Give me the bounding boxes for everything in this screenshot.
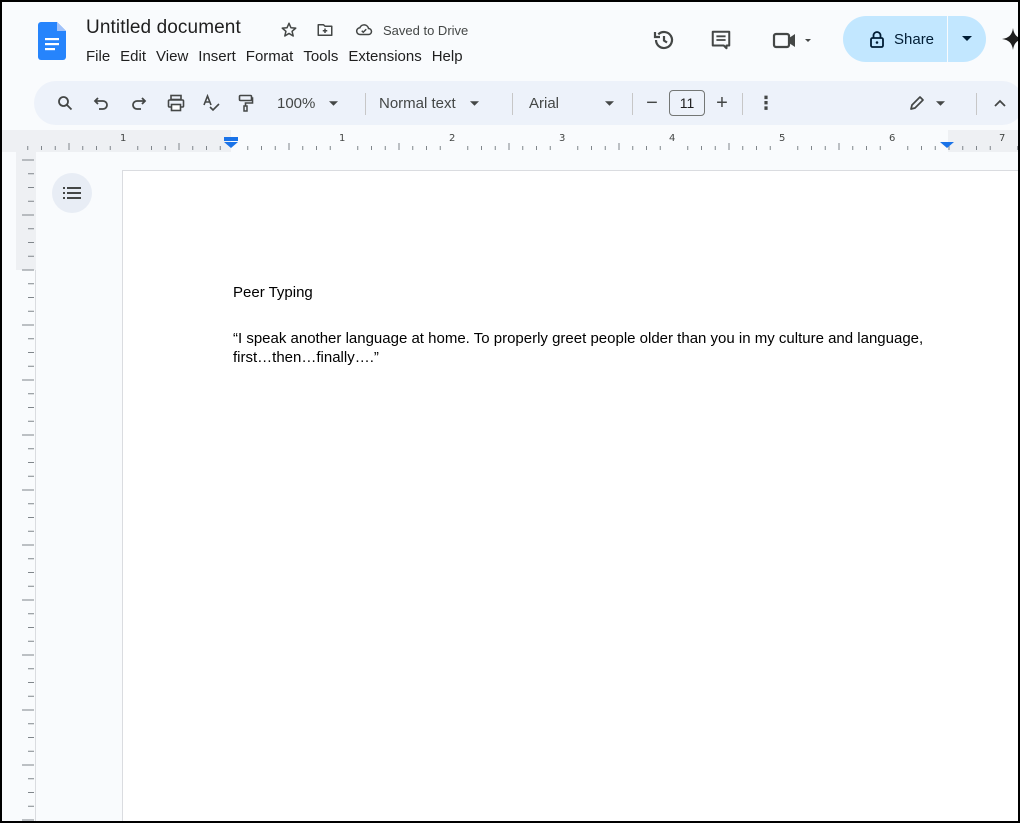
first-line-indent-marker bbox=[224, 137, 238, 141]
cloud-saved-icon[interactable] bbox=[354, 20, 374, 40]
menu-extensions[interactable]: Extensions bbox=[348, 48, 427, 65]
vertical-ruler[interactable] bbox=[16, 152, 36, 821]
print-icon[interactable] bbox=[165, 91, 187, 115]
docs-logo-icon[interactable] bbox=[38, 22, 66, 60]
formatting-toolbar: 100% Normal text Arial − 11 + ⋮ bbox=[34, 81, 1018, 125]
zoom-value: 100% bbox=[277, 94, 316, 112]
style-select[interactable]: Normal text bbox=[379, 91, 499, 115]
menu-format[interactable]: Format bbox=[246, 48, 300, 65]
font-select[interactable]: Arial bbox=[529, 91, 617, 115]
menu-insert[interactable]: Insert bbox=[198, 48, 242, 65]
menu-tools[interactable]: Tools bbox=[303, 48, 344, 65]
font-value: Arial bbox=[529, 94, 560, 112]
comments-icon[interactable] bbox=[707, 26, 735, 54]
share-dropdown-button[interactable] bbox=[948, 16, 986, 62]
history-icon[interactable] bbox=[650, 26, 678, 54]
toolbar-divider bbox=[632, 93, 633, 115]
style-value: Normal text bbox=[379, 94, 456, 112]
decrease-font-size-button[interactable]: − bbox=[642, 91, 662, 115]
move-folder-icon[interactable] bbox=[315, 20, 335, 40]
document-outline-button[interactable] bbox=[52, 173, 92, 213]
chevron-down-icon bbox=[469, 100, 479, 106]
chevron-up-icon[interactable] bbox=[990, 91, 1010, 115]
toolbar-divider bbox=[512, 93, 513, 115]
chevron-down-icon bbox=[935, 100, 945, 106]
star-icon[interactable] bbox=[279, 20, 299, 40]
increase-font-size-button[interactable]: + bbox=[712, 91, 732, 115]
undo-icon[interactable] bbox=[90, 91, 112, 115]
document-page[interactable]: Peer Typing “I speak another language at… bbox=[122, 170, 1018, 821]
menu-help[interactable]: Help bbox=[432, 48, 469, 65]
title-bar: Untitled document Saved to Drive File Ed… bbox=[2, 2, 1018, 78]
menu-bar: File Edit View Insert Format Tools Exten… bbox=[86, 48, 473, 65]
menu-edit[interactable]: Edit bbox=[120, 48, 152, 65]
ruler-label: 7 bbox=[999, 133, 1006, 144]
vertical-ruler-ticks bbox=[16, 152, 36, 821]
font-size-input[interactable]: 11 bbox=[669, 90, 705, 116]
menu-file[interactable]: File bbox=[86, 48, 116, 65]
redo-icon[interactable] bbox=[128, 91, 150, 115]
ruler-label: 6 bbox=[889, 133, 896, 144]
lock-icon bbox=[870, 31, 884, 48]
document-title[interactable]: Untitled document bbox=[86, 17, 241, 39]
share-label: Share bbox=[894, 30, 935, 48]
editing-mode-button[interactable] bbox=[904, 91, 948, 115]
saved-status[interactable]: Saved to Drive bbox=[383, 23, 468, 38]
share-button[interactable]: Share bbox=[843, 16, 947, 62]
document-heading[interactable]: Peer Typing bbox=[233, 283, 313, 302]
ruler-label: 4 bbox=[669, 133, 676, 144]
toolbar-divider bbox=[365, 93, 366, 115]
app-window: Untitled document Saved to Drive File Ed… bbox=[0, 0, 1020, 823]
more-options-button[interactable]: ⋮ bbox=[757, 91, 775, 115]
chevron-down-icon bbox=[605, 100, 615, 106]
gemini-icon[interactable] bbox=[1002, 28, 1018, 50]
ruler-label: 1 bbox=[120, 133, 127, 144]
toolbar-divider bbox=[976, 93, 977, 115]
ruler-label: 3 bbox=[559, 133, 566, 144]
outline-icon bbox=[63, 187, 81, 199]
ruler-label: 5 bbox=[779, 133, 786, 144]
paint-format-icon[interactable] bbox=[235, 91, 257, 115]
ruler-label: 2 bbox=[449, 133, 456, 144]
document-paragraph[interactable]: “I speak another language at home. To pr… bbox=[233, 329, 953, 367]
ruler-label: 1 bbox=[339, 133, 346, 144]
chevron-down-icon bbox=[962, 36, 972, 41]
spellcheck-icon[interactable] bbox=[200, 91, 222, 115]
toolbar-divider bbox=[742, 93, 743, 115]
pencil-icon bbox=[909, 96, 924, 110]
meet-icon[interactable] bbox=[770, 26, 818, 54]
search-icon[interactable] bbox=[54, 91, 76, 115]
horizontal-ruler[interactable]: 1 1 2 3 4 5 6 7 bbox=[2, 130, 1018, 152]
zoom-select[interactable]: 100% bbox=[277, 91, 353, 115]
ruler-ticks bbox=[2, 130, 1018, 152]
menu-view[interactable]: View bbox=[156, 48, 194, 65]
chevron-down-icon bbox=[329, 100, 339, 106]
